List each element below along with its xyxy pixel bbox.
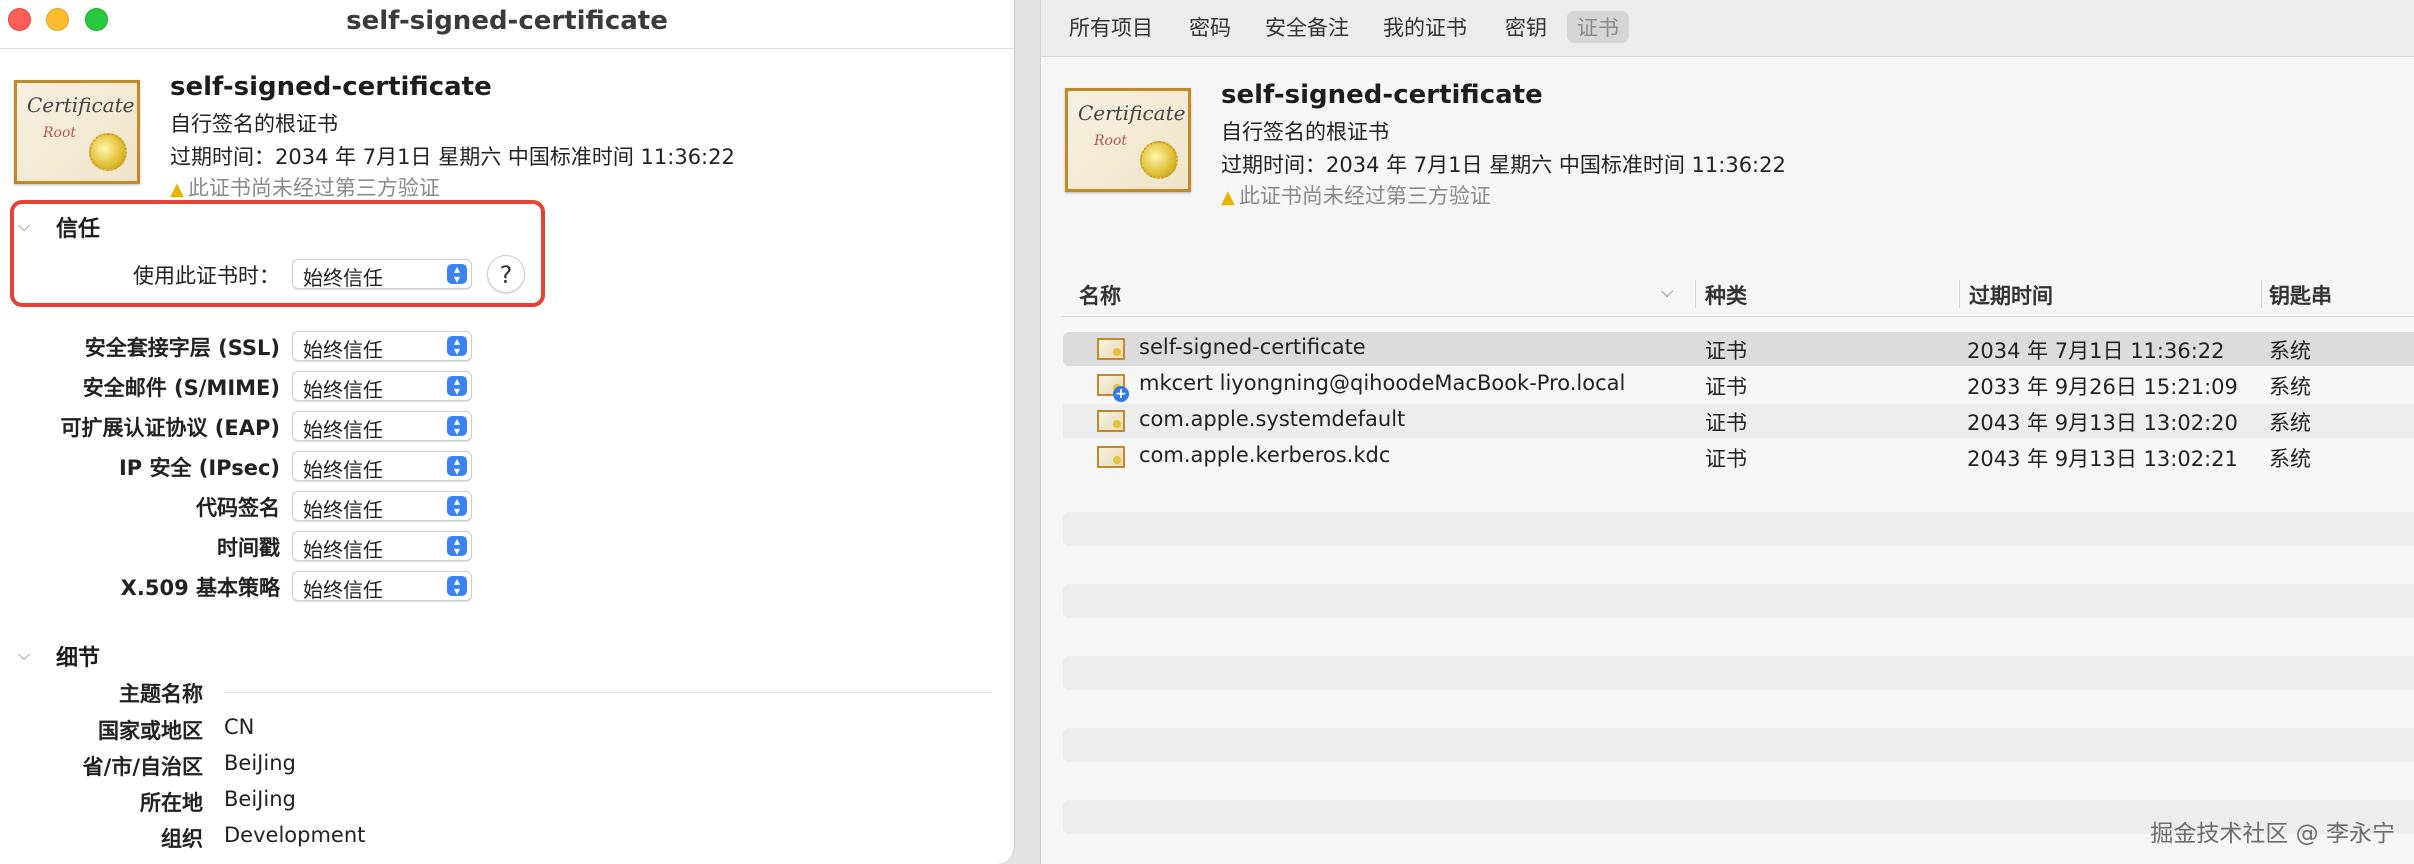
seal-icon bbox=[89, 133, 127, 171]
country-label: 国家或地区 bbox=[98, 719, 203, 743]
code-signing-trust-popup[interactable]: 始终信任 ▴ ▾ bbox=[292, 491, 472, 522]
certificate-detail-window: self-signed-certificate Certificate Root… bbox=[0, 0, 1015, 864]
title-bar: self-signed-certificate bbox=[0, 0, 1014, 49]
updown-arrows-icon: ▴ ▾ bbox=[447, 455, 467, 477]
organization-label: 组织 bbox=[161, 827, 203, 851]
updown-arrows-icon: ▴ ▾ bbox=[447, 535, 467, 557]
organization-value: Development bbox=[224, 823, 366, 847]
tab-secure-notes[interactable]: 安全备注 bbox=[1265, 12, 1349, 42]
warning-icon: ▲ bbox=[170, 179, 184, 200]
smime-trust-popup[interactable]: 始终信任 ▴ ▾ bbox=[292, 371, 472, 402]
tab-certificates[interactable]: 证书 bbox=[1567, 11, 1629, 43]
timestamping-label: 时间戳 bbox=[217, 536, 280, 560]
certificate-name: self-signed-certificate bbox=[1221, 80, 1543, 110]
ipsec-trust-popup[interactable]: 始终信任 ▴ ▾ bbox=[292, 451, 472, 482]
table-row[interactable]: com.apple.kerberos.kdc 证书 2043 年 9月13日 1… bbox=[1063, 440, 2414, 474]
timestamping-trust-popup[interactable]: 始终信任 ▴ ▾ bbox=[292, 531, 472, 562]
watermark: 掘金技术社区 @ 李永宁 bbox=[2150, 821, 2395, 847]
verification-warning: ▲ 此证书尚未经过第三方验证 bbox=[1221, 184, 1491, 208]
smime-label: 安全邮件 (S/MIME) bbox=[82, 376, 280, 400]
highlight-annotation bbox=[10, 200, 545, 307]
sort-chevron-icon[interactable]: ⌵ bbox=[1661, 282, 1673, 302]
column-separator[interactable] bbox=[2261, 280, 2262, 308]
empty-row bbox=[1063, 728, 2414, 762]
ssl-label: 安全套接字层 (SSL) bbox=[84, 336, 280, 360]
tab-keys[interactable]: 密钥 bbox=[1505, 12, 1547, 42]
window-title: self-signed-certificate bbox=[346, 6, 668, 36]
certificate-icon: Certificate Root bbox=[14, 80, 140, 184]
x509-basic-policy-label: X.509 基本策略 bbox=[120, 576, 280, 600]
province-value: BeiJing bbox=[224, 751, 296, 775]
certificate-icon bbox=[1097, 446, 1125, 468]
updown-arrows-icon: ▴ ▾ bbox=[447, 375, 467, 397]
tab-passwords[interactable]: 密码 bbox=[1189, 12, 1231, 42]
plus-badge-icon: + bbox=[1113, 386, 1129, 402]
province-label: 省/市/自治区 bbox=[82, 755, 203, 779]
x509-trust-popup[interactable]: 始终信任 ▴ ▾ bbox=[292, 571, 472, 602]
certificate-name: self-signed-certificate bbox=[170, 72, 492, 102]
seal-icon bbox=[1140, 141, 1178, 179]
verification-warning: ▲ 此证书尚未经过第三方验证 bbox=[170, 176, 440, 200]
keychain-access-window: 所有项目 密码 安全备注 我的证书 密钥 证书 Certificate Root… bbox=[1040, 0, 2414, 864]
table-row[interactable]: + mkcert liyongning@qihoodeMacBook-Pro.l… bbox=[1063, 368, 2414, 402]
empty-row bbox=[1063, 512, 2414, 546]
code-signing-label: 代码签名 bbox=[196, 496, 280, 520]
tab-all-items[interactable]: 所有项目 bbox=[1069, 12, 1153, 42]
column-separator[interactable] bbox=[1695, 280, 1696, 308]
details-disclosure-chevron-icon[interactable]: ⌵ bbox=[18, 645, 30, 665]
locality-label: 所在地 bbox=[140, 791, 203, 815]
updown-arrows-icon: ▴ ▾ bbox=[447, 575, 467, 597]
eap-label: 可扩展认证协议 (EAP) bbox=[60, 416, 281, 440]
list-header: 名称 ⌵ 种类 过期时间 钥匙串 bbox=[1061, 276, 2414, 317]
certificate-icon: Certificate Root bbox=[1065, 88, 1191, 192]
tab-my-certificates[interactable]: 我的证书 bbox=[1383, 12, 1467, 42]
certificate-type: 自行签名的根证书 bbox=[170, 112, 338, 136]
category-tab-bar: 所有项目 密码 安全备注 我的证书 密钥 证书 bbox=[1041, 0, 2414, 57]
column-separator[interactable] bbox=[1959, 280, 1960, 308]
certificate-type: 自行签名的根证书 bbox=[1221, 120, 1389, 144]
warning-icon: ▲ bbox=[1221, 187, 1235, 208]
details-section-heading[interactable]: 细节 bbox=[56, 640, 100, 672]
ssl-trust-popup[interactable]: 始终信任 ▴ ▾ bbox=[292, 331, 472, 362]
certificate-icon bbox=[1097, 410, 1125, 432]
eap-trust-popup[interactable]: 始终信任 ▴ ▾ bbox=[292, 411, 472, 442]
empty-row bbox=[1063, 656, 2414, 690]
certificate-expiry: 过期时间：2034 年 7月1日 星期六 中国标准时间 11:36:22 bbox=[170, 145, 735, 169]
certificate-expiry: 过期时间：2034 年 7月1日 星期六 中国标准时间 11:36:22 bbox=[1221, 153, 1786, 177]
updown-arrows-icon: ▴ ▾ bbox=[447, 495, 467, 517]
column-kind[interactable]: 种类 bbox=[1705, 280, 1747, 310]
empty-row bbox=[1063, 584, 2414, 618]
updown-arrows-icon: ▴ ▾ bbox=[447, 335, 467, 357]
country-value: CN bbox=[224, 715, 255, 739]
updown-arrows-icon: ▴ ▾ bbox=[447, 415, 467, 437]
table-row[interactable]: com.apple.systemdefault 证书 2043 年 9月13日 … bbox=[1063, 404, 2414, 438]
certificate-icon bbox=[1097, 338, 1125, 360]
column-name[interactable]: 名称 bbox=[1079, 280, 1121, 310]
table-row[interactable]: self-signed-certificate 证书 2034 年 7月1日 1… bbox=[1063, 332, 2414, 366]
locality-value: BeiJing bbox=[224, 787, 296, 811]
subject-name-label: 主题名称 bbox=[119, 682, 203, 706]
ipsec-label: IP 安全 (IPsec) bbox=[118, 456, 280, 480]
column-keychain[interactable]: 钥匙串 bbox=[2269, 280, 2332, 310]
column-expires[interactable]: 过期时间 bbox=[1969, 280, 2053, 310]
divider bbox=[224, 692, 992, 693]
